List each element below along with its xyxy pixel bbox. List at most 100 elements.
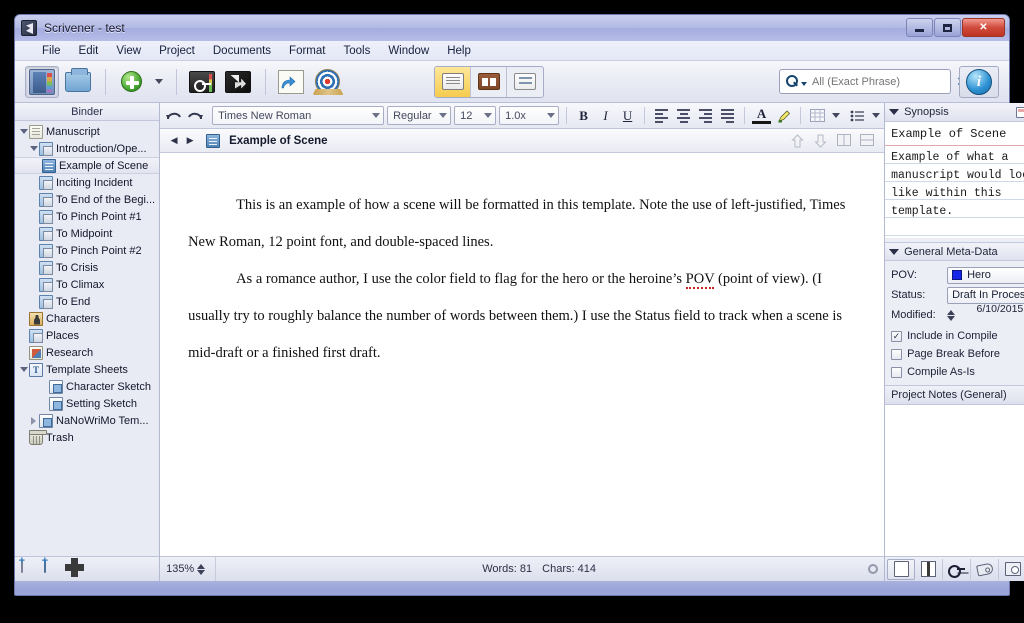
page-break-before-checkbox[interactable]	[891, 348, 903, 360]
move-down-icon[interactable]	[814, 134, 828, 148]
search-options-chevron-icon[interactable]	[801, 81, 807, 86]
italic-button[interactable]: I	[596, 106, 615, 126]
text-color-button[interactable]: A	[752, 106, 772, 124]
editor-back-button[interactable]: ◀	[166, 132, 182, 150]
project-notes-header[interactable]: Project Notes (General)	[885, 385, 1024, 405]
split-horizontal-icon[interactable]	[860, 133, 875, 148]
synopsis-title-field[interactable]: Example of Scene	[885, 122, 1024, 146]
page-break-before-row[interactable]: Page Break Before	[885, 345, 1024, 363]
view-mode-scrivenings[interactable]	[435, 66, 471, 97]
undo-button[interactable]	[164, 106, 183, 126]
menu-file[interactable]: File	[33, 43, 70, 59]
minimize-button[interactable]	[906, 18, 933, 37]
meta-data-header[interactable]: General Meta-Data	[885, 242, 1024, 261]
bold-button[interactable]: B	[574, 106, 593, 126]
maximize-button[interactable]	[934, 18, 961, 37]
keywords-button[interactable]	[185, 66, 219, 98]
binder-item-to-pinch-point-2[interactable]: To Pinch Point #2	[15, 242, 159, 259]
snapshot-button[interactable]	[221, 66, 255, 98]
binder-item-to-midpoint[interactable]: To Midpoint	[15, 225, 159, 242]
underline-button[interactable]: U	[618, 106, 637, 126]
twisty-icon[interactable]	[18, 367, 29, 372]
list-chevron-down-icon[interactable]	[872, 113, 881, 118]
binder-item-to-end-of-beginning[interactable]: To End of the Begi...	[15, 191, 159, 208]
compile-as-is-row[interactable]: Compile As-Is	[885, 363, 1024, 381]
binder-item-character-sketch[interactable]: Character Sketch	[15, 378, 159, 395]
binder-item-characters[interactable]: Characters	[15, 310, 159, 327]
synopsis-text-field[interactable]: Example of what a manuscript would look …	[885, 146, 1024, 238]
binder-toggle-button[interactable]	[25, 65, 59, 98]
menu-view[interactable]: View	[107, 43, 150, 59]
table-chevron-down-icon[interactable]	[832, 113, 841, 118]
align-right-button[interactable]	[696, 106, 715, 126]
manuscript-text[interactable]: This is an example of how a scene will b…	[160, 153, 884, 372]
binder-item-to-climax[interactable]: To Climax	[15, 276, 159, 293]
binder-item-research[interactable]: Research	[15, 344, 159, 361]
document-target-button[interactable]	[862, 564, 884, 574]
disclosure-triangle-icon[interactable]	[889, 109, 900, 115]
menu-tools[interactable]: Tools	[334, 43, 379, 59]
font-size-select[interactable]: 12	[454, 106, 497, 125]
binder-tree[interactable]: Manuscript Introduction/Ope... Example o…	[15, 121, 160, 556]
add-button[interactable]	[114, 66, 148, 98]
binder-item-introduction[interactable]: Introduction/Ope...	[15, 140, 159, 157]
font-style-select[interactable]: Regular	[387, 106, 452, 125]
inspector-bookmarks-button[interactable]	[915, 558, 944, 580]
new-folder-button[interactable]	[44, 559, 62, 578]
twisty-icon[interactable]	[28, 146, 39, 151]
move-up-icon[interactable]	[791, 133, 805, 148]
menu-project[interactable]: Project	[150, 43, 204, 59]
align-left-button[interactable]	[652, 106, 671, 126]
split-vertical-icon[interactable]	[837, 133, 852, 148]
zoom-control[interactable]: 135%	[160, 563, 215, 575]
include-in-compile-checkbox[interactable]: ✓	[891, 330, 903, 342]
add-dropdown-button[interactable]	[150, 66, 166, 98]
modified-date-stepper[interactable]	[947, 309, 956, 321]
binder-item-inciting-incident[interactable]: Inciting Incident	[15, 174, 159, 191]
compile-as-is-checkbox[interactable]	[891, 366, 903, 378]
editor-text-area[interactable]: This is an example of how a scene will b…	[160, 153, 885, 556]
view-mode-corkboard[interactable]	[471, 66, 507, 97]
search-input[interactable]	[812, 75, 954, 88]
line-spacing-select[interactable]: 1.0x	[499, 106, 560, 125]
new-text-button[interactable]	[21, 559, 39, 578]
binder-item-manuscript[interactable]: Manuscript	[15, 123, 159, 140]
index-card-icon[interactable]	[1016, 106, 1024, 118]
binder-item-example-of-scene[interactable]: Example of Scene	[15, 157, 160, 174]
binder-item-to-pinch-point-1[interactable]: To Pinch Point #1	[15, 208, 159, 225]
view-mode-outliner[interactable]	[507, 67, 543, 97]
table-button[interactable]	[808, 106, 827, 126]
inspector-snapshots-button[interactable]	[999, 559, 1024, 580]
twisty-icon[interactable]	[18, 129, 29, 134]
highlight-button[interactable]	[774, 106, 793, 126]
list-button[interactable]	[848, 106, 867, 126]
menu-window[interactable]: Window	[379, 43, 438, 59]
menu-help[interactable]: Help	[438, 43, 480, 59]
inspector-keywords-button[interactable]	[943, 558, 972, 580]
binder-item-to-crisis[interactable]: To Crisis	[15, 259, 159, 276]
pov-select[interactable]: Hero	[947, 266, 1024, 284]
editor-forward-button[interactable]: ▶	[182, 132, 198, 150]
font-family-select[interactable]: Times New Roman	[212, 106, 385, 125]
compile-button[interactable]	[274, 66, 308, 98]
include-in-compile-row[interactable]: ✓ Include in Compile	[885, 327, 1024, 345]
search-box[interactable]: ✕	[779, 69, 967, 94]
inspector-notes-button[interactable]	[887, 558, 916, 580]
synopsis-header[interactable]: Synopsis	[885, 103, 1024, 122]
disclosure-triangle-icon[interactable]	[889, 248, 900, 255]
project-notes-text-area[interactable]	[885, 405, 1024, 556]
inspector-toggle-button[interactable]: i	[959, 66, 999, 98]
menu-edit[interactable]: Edit	[70, 43, 108, 59]
menu-format[interactable]: Format	[280, 43, 334, 59]
binder-settings-button[interactable]	[67, 560, 85, 578]
binder-item-trash[interactable]: Trash	[15, 429, 159, 446]
redo-button[interactable]	[186, 106, 205, 126]
menu-documents[interactable]: Documents	[204, 43, 280, 59]
twisty-icon[interactable]	[28, 416, 39, 425]
binder-item-places[interactable]: Places	[15, 327, 159, 344]
align-center-button[interactable]	[674, 106, 693, 126]
binder-item-nanowrimo-template[interactable]: NaNoWriMo Tem...	[15, 412, 159, 429]
binder-item-setting-sketch[interactable]: Setting Sketch	[15, 395, 159, 412]
project-target-button[interactable]	[310, 66, 344, 98]
binder-item-template-sheets[interactable]: T Template Sheets	[15, 361, 159, 378]
